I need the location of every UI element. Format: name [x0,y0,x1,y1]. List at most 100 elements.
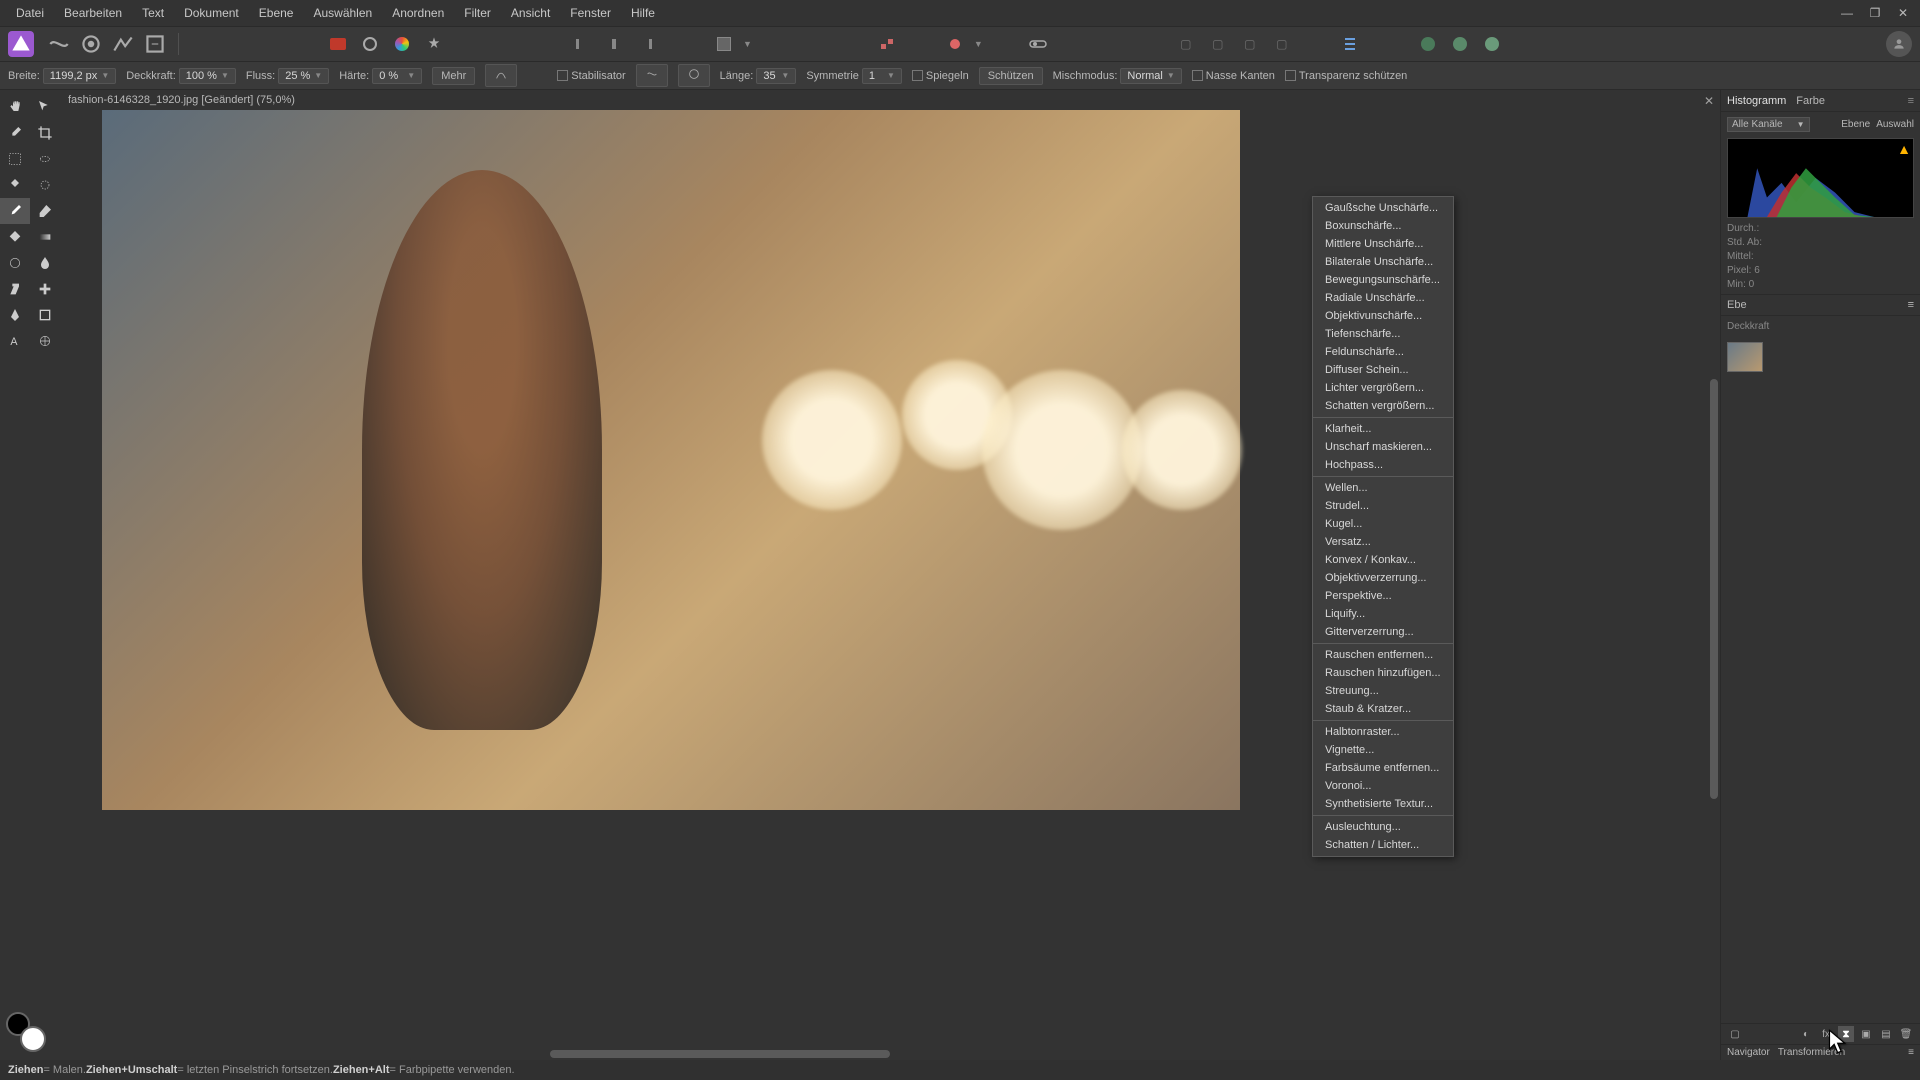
tool-crop[interactable] [30,120,60,146]
filter-menu-item[interactable]: Boxunschärfe... [1313,217,1453,235]
filter-menu-item[interactable]: Hochpass... [1313,456,1453,474]
filter-menu-item[interactable]: Streuung... [1313,682,1453,700]
filter-menu-item[interactable]: Feldunschärfe... [1313,343,1453,361]
hist-source-ebene[interactable]: Ebene [1841,119,1870,130]
fill-dropdown[interactable] [711,31,737,57]
tool-healing[interactable] [30,276,60,302]
field-laenge[interactable]: 35▼ [756,68,796,84]
menu-datei[interactable]: Datei [6,2,54,24]
tool-selection-freehand[interactable] [30,146,60,172]
tool-smudge[interactable] [30,250,60,276]
filter-menu-item[interactable]: Kugel... [1313,515,1453,533]
filter-menu-item[interactable]: Vignette... [1313,741,1453,759]
scrollbar-vertical[interactable] [1708,130,1720,1048]
filter-menu-item[interactable]: Strudel... [1313,497,1453,515]
tool-selection-brush[interactable] [30,172,60,198]
menu-ansicht[interactable]: Ansicht [501,2,560,24]
stock-c[interactable] [1479,31,1505,57]
panel-menu-icon[interactable]: ≡ [1908,1047,1914,1058]
more-button[interactable]: Mehr [432,67,475,85]
tool-shape[interactable] [30,302,60,328]
selection-type-b[interactable] [357,31,383,57]
arrange-c[interactable]: ▢ [1237,31,1263,57]
tool-dodge[interactable] [0,250,30,276]
tool-fill[interactable] [0,224,30,250]
menu-bearbeiten[interactable]: Bearbeiten [54,2,132,24]
layer-row[interactable] [1721,336,1920,378]
arrange-a[interactable]: ▢ [1173,31,1199,57]
filter-menu-item[interactable]: Versatz... [1313,533,1453,551]
panel-menu-icon[interactable]: ≡ [1908,95,1914,107]
filter-menu-item[interactable]: Unscharf maskieren... [1313,438,1453,456]
add-layer-button[interactable]: ▤ [1878,1026,1894,1042]
filter-menu-item[interactable]: Staub & Kratzer... [1313,700,1453,718]
filter-menu-item[interactable]: Lichter vergrößern... [1313,379,1453,397]
stabilizer-mode-a[interactable] [636,64,668,87]
filter-menu-item[interactable]: Rauschen entfernen... [1313,646,1453,664]
tab-transformieren[interactable]: Transformieren [1778,1047,1845,1058]
tab-farbe[interactable]: Farbe [1796,95,1825,107]
maximize-button[interactable]: ❐ [1864,5,1886,21]
color-swatches[interactable] [6,1012,46,1052]
close-tab-button[interactable]: ✕ [1704,94,1714,108]
tool-flood-select[interactable] [0,172,30,198]
filter-menu-item[interactable]: Wellen... [1313,479,1453,497]
panel-menu-icon[interactable]: ≡ [1908,299,1914,311]
scrollbar-horizontal[interactable] [120,1048,1720,1060]
arrange-b[interactable]: ▢ [1205,31,1231,57]
filter-menu-item[interactable]: Diffuser Schein... [1313,361,1453,379]
tool-text[interactable]: A [0,328,30,354]
field-haerte[interactable]: 0 %▼ [372,68,422,84]
stock-b[interactable] [1447,31,1473,57]
filter-menu-item[interactable]: Bewegungsunschärfe... [1313,271,1453,289]
field-breite[interactable]: 1199,2 px▼ [43,68,116,84]
tool-gradient[interactable] [30,224,60,250]
align-right[interactable] [633,31,659,57]
filter-menu-item[interactable]: Halbtonraster... [1313,723,1453,741]
tool-color-picker[interactable] [0,120,30,146]
filter-menu-item[interactable]: Perspektive... [1313,587,1453,605]
menu-filter[interactable]: Filter [454,2,501,24]
tool-selection-marquee[interactable] [0,146,30,172]
force-pressure[interactable] [485,64,517,87]
layer-mask-button[interactable]: ▢ [1727,1026,1743,1042]
channel-select[interactable]: Alle Kanäle▼ [1727,117,1810,132]
menu-fenster[interactable]: Fenster [560,2,621,24]
persona-liquify[interactable] [46,31,72,57]
minimize-button[interactable]: — [1836,5,1858,21]
filter-menu-item[interactable]: Synthetisierte Textur... [1313,795,1453,813]
filter-menu-item[interactable]: Schatten vergrößern... [1313,397,1453,415]
document-tab[interactable]: fashion-6146328_1920.jpg [Geändert] (75,… [60,90,1720,110]
schuetzen-button[interactable]: Schützen [979,67,1043,85]
align-left[interactable] [569,31,595,57]
check-nasse[interactable] [1192,70,1203,81]
canvas[interactable] [60,110,1720,1060]
tool-move[interactable] [30,94,60,120]
filter-menu-item[interactable]: Gaußsche Unschärfe... [1313,199,1453,217]
filter-menu-item[interactable]: Objektivunschärfe... [1313,307,1453,325]
selection-type-c[interactable] [389,31,415,57]
tab-ebenen[interactable]: Ebe [1727,299,1747,311]
tool-erase[interactable] [30,198,60,224]
tool-pen[interactable] [0,302,30,328]
filter-menu-item[interactable]: Voronoi... [1313,777,1453,795]
tool-mesh[interactable] [30,328,60,354]
align-panel[interactable] [1337,31,1363,57]
persona-export[interactable] [142,31,168,57]
snap-toggle[interactable] [874,31,900,57]
assistant-toggle[interactable] [942,31,968,57]
filter-menu-item[interactable]: Rauschen hinzufügen... [1313,664,1453,682]
filter-menu-item[interactable]: Klarheit... [1313,420,1453,438]
filter-menu-item[interactable]: Objektivverzerrung... [1313,569,1453,587]
group-button[interactable]: ▣ [1858,1026,1874,1042]
account-button[interactable] [1886,31,1912,57]
tool-hand[interactable] [0,94,30,120]
tab-navigator[interactable]: Navigator [1727,1047,1770,1058]
preview-toggle[interactable] [1025,31,1051,57]
filter-menu-item[interactable]: Radiale Unschärfe... [1313,289,1453,307]
stabilizer-mode-b[interactable] [678,64,710,87]
filter-menu-item[interactable]: Schatten / Lichter... [1313,836,1453,854]
check-transparenz[interactable] [1285,70,1296,81]
filter-menu-item[interactable]: Ausleuchtung... [1313,818,1453,836]
hist-source-auswahl[interactable]: Auswahl [1876,119,1914,130]
